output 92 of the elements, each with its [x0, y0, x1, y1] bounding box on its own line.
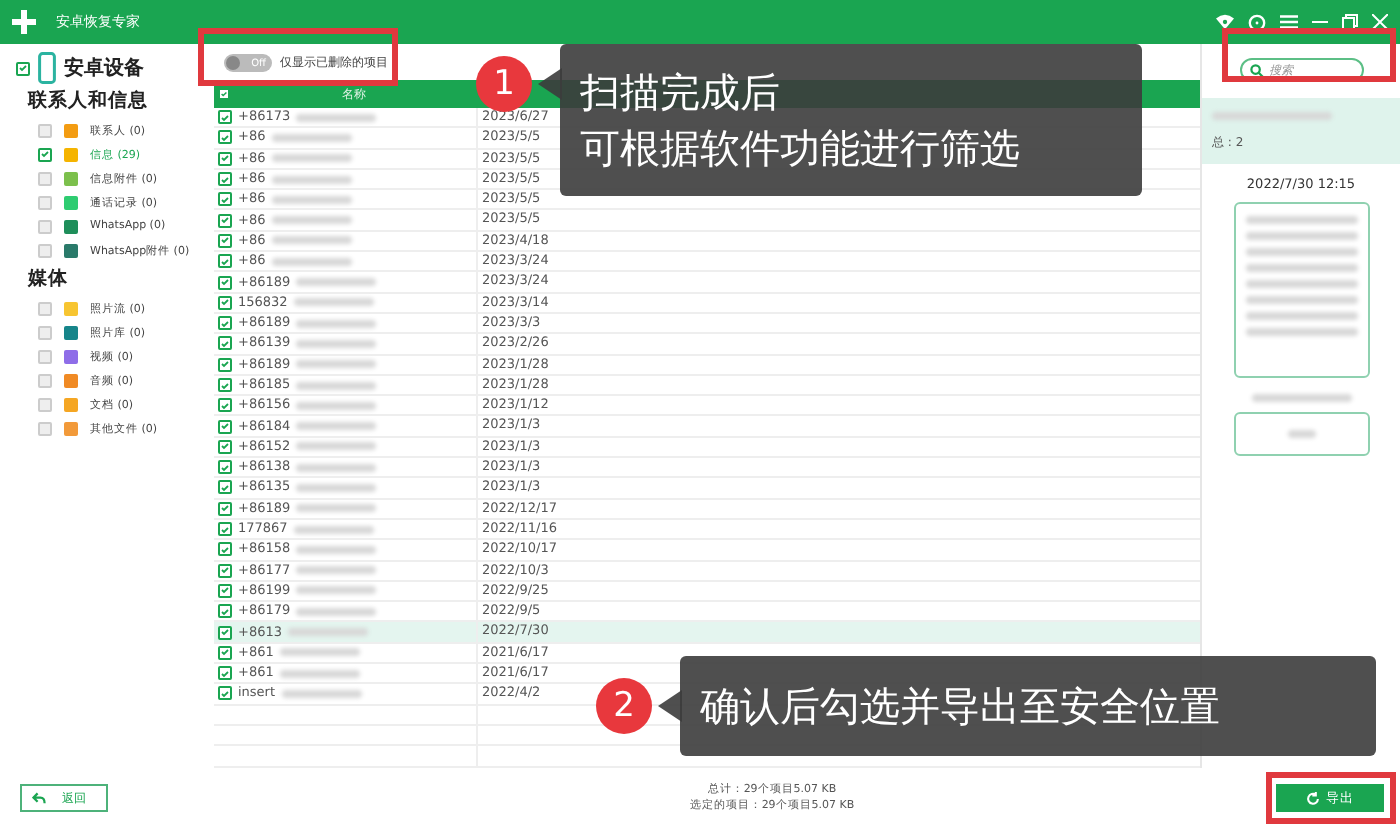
- checkbox[interactable]: [38, 147, 52, 161]
- checkbox[interactable]: [38, 171, 52, 185]
- redaction-blur: [288, 628, 368, 637]
- redaction-blur: [296, 566, 377, 575]
- back-arrow-icon: [32, 791, 46, 805]
- redaction-blur: [296, 422, 377, 431]
- redaction-blur: [271, 175, 352, 184]
- checkbox[interactable]: [38, 421, 52, 435]
- checkbox[interactable]: [38, 219, 52, 233]
- redaction-blur: [296, 381, 377, 389]
- category-title: 媒体: [28, 266, 70, 292]
- callout-text: 扫描完成后: [580, 66, 782, 120]
- redaction-blur: [296, 463, 377, 472]
- redaction-blur: [281, 689, 362, 698]
- checkbox[interactable]: [218, 275, 232, 290]
- redaction-blur: [296, 278, 377, 287]
- highlight-frame: [1266, 772, 1396, 824]
- checkbox[interactable]: [38, 397, 52, 411]
- category-title: 联系人和信息: [28, 88, 150, 114]
- checkbox[interactable]: [218, 666, 232, 681]
- checkbox[interactable]: [218, 625, 232, 640]
- redaction-blur: [296, 483, 377, 492]
- redaction-blur: [271, 257, 352, 266]
- checkbox[interactable]: [218, 522, 232, 537]
- checkbox[interactable]: [218, 336, 232, 351]
- checkbox[interactable]: [218, 110, 232, 125]
- step-number: 1: [476, 56, 532, 112]
- checkbox[interactable]: [218, 233, 232, 248]
- checkbox[interactable]: [16, 61, 30, 75]
- redaction-blur: [293, 298, 374, 307]
- checkbox[interactable]: [218, 130, 232, 145]
- redaction-blur: [296, 319, 377, 328]
- redaction-blur: [271, 133, 352, 142]
- message-bubble: [1233, 412, 1369, 456]
- checkbox[interactable]: [218, 398, 232, 413]
- callout-text: 可根据软件功能进行筛选: [580, 122, 1022, 176]
- checkbox[interactable]: [218, 316, 232, 331]
- phone-icon: [38, 52, 56, 84]
- close-icon[interactable]: [1372, 14, 1388, 30]
- redaction-blur: [296, 442, 377, 451]
- refresh-icon: [1306, 791, 1320, 805]
- checkbox[interactable]: [218, 192, 232, 207]
- redaction-blur: [296, 504, 377, 513]
- checkbox[interactable]: [218, 542, 232, 557]
- wifi-icon[interactable]: [1216, 14, 1234, 30]
- checkbox[interactable]: [218, 357, 232, 372]
- checkbox[interactable]: [218, 172, 232, 187]
- checkbox[interactable]: [38, 325, 52, 339]
- menu-icon[interactable]: [1280, 14, 1298, 30]
- checkbox[interactable]: [218, 563, 232, 578]
- redaction-blur: [271, 154, 352, 163]
- checkbox[interactable]: [218, 480, 232, 495]
- checkbox[interactable]: [218, 419, 232, 434]
- checkbox[interactable]: [218, 501, 232, 516]
- redaction-blur: [271, 216, 352, 225]
- redaction-blur: [296, 607, 377, 616]
- checkbox[interactable]: [218, 213, 232, 228]
- checkbox[interactable]: [218, 604, 232, 619]
- select-all-checkbox[interactable]: [218, 88, 230, 100]
- redaction-blur: [296, 339, 377, 348]
- redaction-blur: [279, 669, 360, 678]
- redaction-blur: [296, 545, 377, 554]
- checkbox[interactable]: [218, 460, 232, 475]
- checkbox[interactable]: [38, 123, 52, 137]
- redaction-blur: [271, 236, 352, 245]
- checkbox[interactable]: [38, 373, 52, 387]
- callout-text: 确认后勾选并导出至安全位置: [700, 680, 1222, 734]
- checkbox[interactable]: [218, 254, 232, 269]
- checkbox[interactable]: [218, 378, 232, 392]
- checkbox[interactable]: [218, 295, 232, 310]
- checkbox[interactable]: [218, 151, 232, 166]
- device-label: 安卓设备: [64, 54, 144, 82]
- redaction-blur: [296, 113, 377, 122]
- checkbox[interactable]: [38, 243, 52, 257]
- checkbox[interactable]: [218, 645, 232, 660]
- plus-logo-icon: [12, 10, 36, 34]
- checkbox[interactable]: [38, 195, 52, 209]
- redaction-blur: [271, 195, 352, 204]
- checkbox[interactable]: [38, 349, 52, 363]
- checkbox[interactable]: [218, 583, 232, 598]
- redaction-blur: [279, 648, 360, 657]
- redaction-blur: [1251, 394, 1351, 402]
- redaction-blur: [296, 401, 377, 410]
- chat-icon[interactable]: [1248, 13, 1266, 31]
- redaction-blur: [296, 360, 377, 369]
- restore-icon[interactable]: [1342, 14, 1358, 30]
- checkbox[interactable]: [218, 686, 232, 701]
- checkbox[interactable]: [218, 439, 232, 454]
- search-icon: [1249, 63, 1263, 77]
- checkbox[interactable]: [38, 301, 52, 315]
- redaction-blur: [296, 586, 377, 595]
- redaction-blur: [293, 525, 374, 534]
